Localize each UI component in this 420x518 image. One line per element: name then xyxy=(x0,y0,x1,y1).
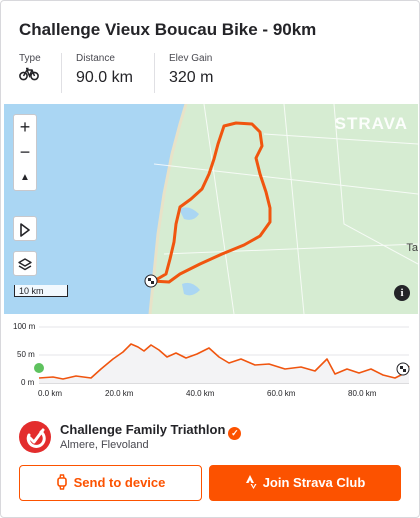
club-info[interactable]: Challenge Family Triathlon ✓ Almere, Flev… xyxy=(19,419,409,455)
compass-button[interactable]: ▲ xyxy=(14,165,36,190)
play-flyover-button[interactable] xyxy=(13,216,37,241)
stat-distance-label: Distance xyxy=(76,53,115,64)
route-card: Challenge Vieux Boucau Bike - 90km Type … xyxy=(0,0,420,518)
elevation-profile[interactable]: 100 m 50 m 0 m 0.0 km 20.0 km 40.0 km 60… xyxy=(1,319,419,403)
join-club-button[interactable]: Join Strava Club xyxy=(209,465,401,501)
map-info-button[interactable]: i xyxy=(394,285,410,301)
finish-flag-icon xyxy=(396,362,410,376)
zoom-out-button[interactable]: − xyxy=(14,140,36,165)
x-tick-60: 60.0 km xyxy=(267,389,296,398)
map-canvas xyxy=(4,104,418,314)
send-to-device-button[interactable]: Send to device xyxy=(19,465,202,501)
y-tick-0: 0 m xyxy=(21,378,35,387)
y-tick-50: 50 m xyxy=(17,350,35,359)
map-scale: 10 km xyxy=(14,285,68,297)
zoom-in-button[interactable]: + xyxy=(14,115,36,140)
y-tick-100: 100 m xyxy=(13,322,36,331)
strava-icon xyxy=(245,475,257,489)
strava-watermark: STRAVA xyxy=(334,114,408,133)
route-map[interactable]: STRAVA Ta + − ▲ 10 km i xyxy=(4,104,418,314)
layers-icon xyxy=(14,252,36,277)
map-town-label: Ta xyxy=(406,242,418,254)
club-name[interactable]: Challenge Family Triathlon xyxy=(60,422,225,437)
play-icon xyxy=(14,217,36,242)
club-logo xyxy=(19,421,51,453)
stat-elevation: Elev Gain 320 m xyxy=(154,53,259,93)
x-tick-80: 80.0 km xyxy=(348,389,377,398)
watch-icon xyxy=(56,474,67,490)
start-finish-flag-icon xyxy=(144,274,158,288)
x-tick-40: 40.0 km xyxy=(186,389,215,398)
stat-distance: Distance 90.0 km xyxy=(61,53,156,93)
club-location: Almere, Flevoland xyxy=(60,439,149,451)
x-tick-20: 20.0 km xyxy=(105,389,134,398)
zoom-control: + − ▲ xyxy=(13,114,37,191)
send-to-device-label: Send to device xyxy=(73,475,166,490)
route-stats: Type Distance 90.0 km Elev Gain 320 m xyxy=(1,53,419,93)
stat-type-label: Type xyxy=(19,53,41,64)
map-layers-button[interactable] xyxy=(13,251,37,276)
stat-type: Type xyxy=(19,53,59,93)
stat-elevation-label: Elev Gain xyxy=(169,53,213,64)
verified-badge-icon: ✓ xyxy=(228,427,242,440)
join-club-label: Join Strava Club xyxy=(262,475,366,490)
route-title: Challenge Vieux Boucau Bike - 90km xyxy=(19,20,317,39)
stat-distance-value: 90.0 km xyxy=(76,69,133,86)
bike-icon xyxy=(19,67,39,81)
stat-elevation-value: 320 m xyxy=(169,69,214,86)
club-name-row: Challenge Family Triathlon ✓ xyxy=(60,422,242,440)
x-tick-0: 0.0 km xyxy=(38,389,63,398)
